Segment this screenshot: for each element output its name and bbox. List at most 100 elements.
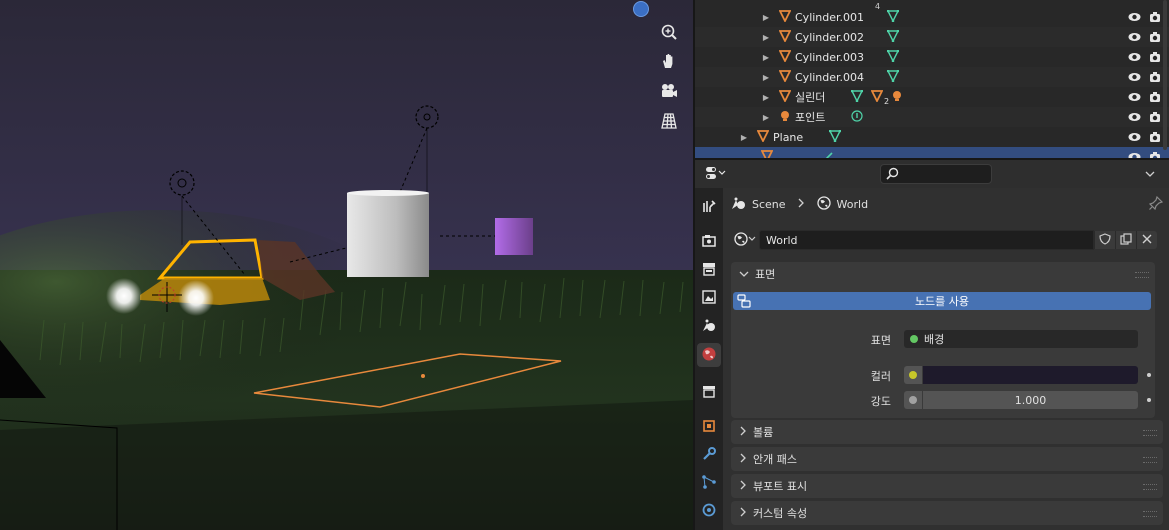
camera-restrict-icon[interactable] bbox=[1149, 11, 1161, 26]
outliner[interactable]: 4 ▶ Cylinder.001 ▶ Cylinder.002 ▶ Cylind… bbox=[695, 0, 1169, 158]
outliner-item-label[interactable]: Plane bbox=[773, 131, 803, 144]
outliner-row-plane[interactable]: ▶ Plane bbox=[695, 127, 1169, 147]
world-props-icon bbox=[701, 346, 717, 365]
keyframe-dot-icon[interactable] bbox=[1147, 373, 1151, 377]
axis-gizmo-dot[interactable] bbox=[633, 1, 649, 17]
perspective-toggle-button[interactable] bbox=[656, 108, 682, 134]
drag-handle[interactable] bbox=[1143, 457, 1157, 463]
outliner-scrollbar[interactable] bbox=[1163, 0, 1167, 150]
tab-particles[interactable] bbox=[697, 471, 721, 495]
tab-output[interactable] bbox=[697, 258, 721, 282]
camera-restrict-icon[interactable] bbox=[1149, 131, 1161, 146]
outliner-item-label[interactable]: 포인트 bbox=[795, 109, 825, 125]
expand-arrow-icon[interactable]: ▶ bbox=[761, 33, 771, 42]
tab-view-layer[interactable] bbox=[697, 286, 721, 310]
strength-value: 1.000 bbox=[1014, 393, 1047, 407]
tab-world[interactable] bbox=[697, 343, 721, 367]
drag-handle[interactable] bbox=[1143, 484, 1157, 490]
expand-arrow-icon[interactable]: ▶ bbox=[761, 113, 771, 122]
tab-collection[interactable] bbox=[697, 380, 721, 404]
mesh-data-icon bbox=[828, 129, 842, 145]
outliner-item-label[interactable]: Cylinder.002 bbox=[795, 31, 864, 44]
custom-properties-panel-header[interactable]: 커스텀 속성 bbox=[731, 501, 1163, 525]
keyframe-dot-icon[interactable] bbox=[1147, 398, 1151, 402]
outliner-item-label[interactable]: Cylinder.003 bbox=[795, 51, 864, 64]
pan-button[interactable] bbox=[656, 48, 682, 74]
eye-icon[interactable] bbox=[1128, 151, 1141, 158]
chevron-right-icon bbox=[798, 198, 805, 211]
eye-icon[interactable] bbox=[1128, 131, 1141, 146]
expand-arrow-icon[interactable]: ▶ bbox=[761, 13, 771, 22]
camera-restrict-icon[interactable] bbox=[1149, 111, 1161, 126]
volume-panel-header[interactable]: 볼륨 bbox=[731, 420, 1163, 444]
outliner-row-cylinder-001[interactable]: ▶ Cylinder.001 bbox=[695, 7, 1169, 27]
expand-arrow-icon[interactable]: ▶ bbox=[761, 73, 771, 82]
eye-icon[interactable] bbox=[1128, 91, 1141, 106]
outliner-item-label[interactable]: 실린더 bbox=[795, 89, 825, 105]
zoom-button[interactable] bbox=[656, 19, 682, 45]
eye-icon[interactable] bbox=[1128, 51, 1141, 66]
chevron-down-icon[interactable] bbox=[1145, 168, 1155, 181]
modifier-icon bbox=[701, 446, 717, 465]
expand-arrow-icon[interactable]: ▶ bbox=[761, 53, 771, 62]
outliner-item-label[interactable]: Cylinder.001 bbox=[795, 11, 864, 24]
drag-handle[interactable] bbox=[1143, 511, 1157, 517]
world-name-field[interactable]: World bbox=[759, 230, 1094, 250]
camera-restrict-icon[interactable] bbox=[1149, 71, 1161, 86]
expand-arrow-icon[interactable]: ▶ bbox=[761, 93, 771, 102]
tab-physics[interactable] bbox=[697, 499, 721, 523]
tab-tool[interactable] bbox=[697, 195, 721, 219]
pin-icon[interactable] bbox=[1148, 195, 1164, 213]
use-nodes-button[interactable]: 노드를 사용 bbox=[733, 292, 1151, 310]
outliner-row-cylinder-002[interactable]: ▶ Cylinder.002 bbox=[695, 27, 1169, 47]
properties-editor[interactable]: Scene World World 표면 노드를 사용 표면 배경 컬러 강도 … bbox=[695, 160, 1169, 530]
camera-restrict-icon[interactable] bbox=[1149, 31, 1161, 46]
outliner-row-cylinder-kr[interactable]: ▶ 실린더 2 bbox=[695, 87, 1169, 107]
camera-restrict-icon[interactable] bbox=[1149, 91, 1161, 106]
surface-panel-header[interactable]: 표면 bbox=[731, 262, 1155, 286]
expand-arrow-icon[interactable]: ▶ bbox=[739, 133, 749, 142]
tab-object[interactable] bbox=[697, 415, 721, 439]
unlink-world-button[interactable] bbox=[1136, 231, 1157, 249]
outliner-row-point-light[interactable]: ▶ 포인트 bbox=[695, 107, 1169, 127]
drag-handle[interactable] bbox=[1143, 430, 1157, 436]
mesh-object-icon bbox=[778, 89, 792, 105]
strength-socket-button[interactable] bbox=[904, 391, 922, 409]
value-socket-icon bbox=[909, 396, 917, 404]
color-socket-button[interactable] bbox=[904, 366, 922, 384]
tab-modifiers[interactable] bbox=[697, 443, 721, 467]
outliner-item-label[interactable]: Cylinder.004 bbox=[795, 71, 864, 84]
eye-icon[interactable] bbox=[1128, 71, 1141, 86]
breadcrumb: Scene World bbox=[731, 195, 868, 212]
strength-slider[interactable]: 1.000 bbox=[923, 391, 1138, 409]
outliner-row-selected[interactable] bbox=[695, 147, 1169, 158]
tool-icon bbox=[701, 198, 717, 217]
eye-icon[interactable] bbox=[1128, 111, 1141, 126]
camera-restrict-icon[interactable] bbox=[1149, 51, 1161, 66]
tab-scene[interactable] bbox=[697, 314, 721, 338]
eye-icon[interactable] bbox=[1128, 11, 1141, 26]
light-data-icon bbox=[851, 109, 863, 125]
viewport-display-panel-header[interactable]: 뷰포트 표시 bbox=[731, 474, 1163, 498]
surface-shader-field[interactable]: 배경 bbox=[904, 330, 1138, 348]
chevron-right-icon bbox=[739, 507, 747, 520]
close-icon bbox=[1142, 234, 1152, 247]
color-swatch[interactable] bbox=[923, 366, 1138, 384]
mesh-data-icon bbox=[886, 69, 900, 85]
mist-pass-panel-header[interactable]: 안개 패스 bbox=[731, 447, 1163, 471]
physics-icon bbox=[701, 502, 717, 521]
render-icon bbox=[701, 233, 717, 252]
outliner-row-cylinder-003[interactable]: ▶ Cylinder.003 bbox=[695, 47, 1169, 67]
camera-view-button[interactable] bbox=[656, 78, 682, 104]
fake-user-button[interactable] bbox=[1094, 231, 1115, 249]
property-search-input[interactable] bbox=[880, 164, 992, 184]
drag-handle[interactable] bbox=[1135, 272, 1149, 278]
outliner-row-cylinder-004[interactable]: ▶ Cylinder.004 bbox=[695, 67, 1169, 87]
camera-restrict-icon[interactable] bbox=[1149, 151, 1161, 158]
editor-type-button[interactable] bbox=[703, 165, 729, 183]
new-world-button[interactable] bbox=[1115, 231, 1136, 249]
3d-viewport[interactable] bbox=[0, 0, 693, 530]
eye-icon[interactable] bbox=[1128, 31, 1141, 46]
world-browse-button[interactable] bbox=[731, 230, 759, 250]
tab-render[interactable] bbox=[697, 230, 721, 254]
